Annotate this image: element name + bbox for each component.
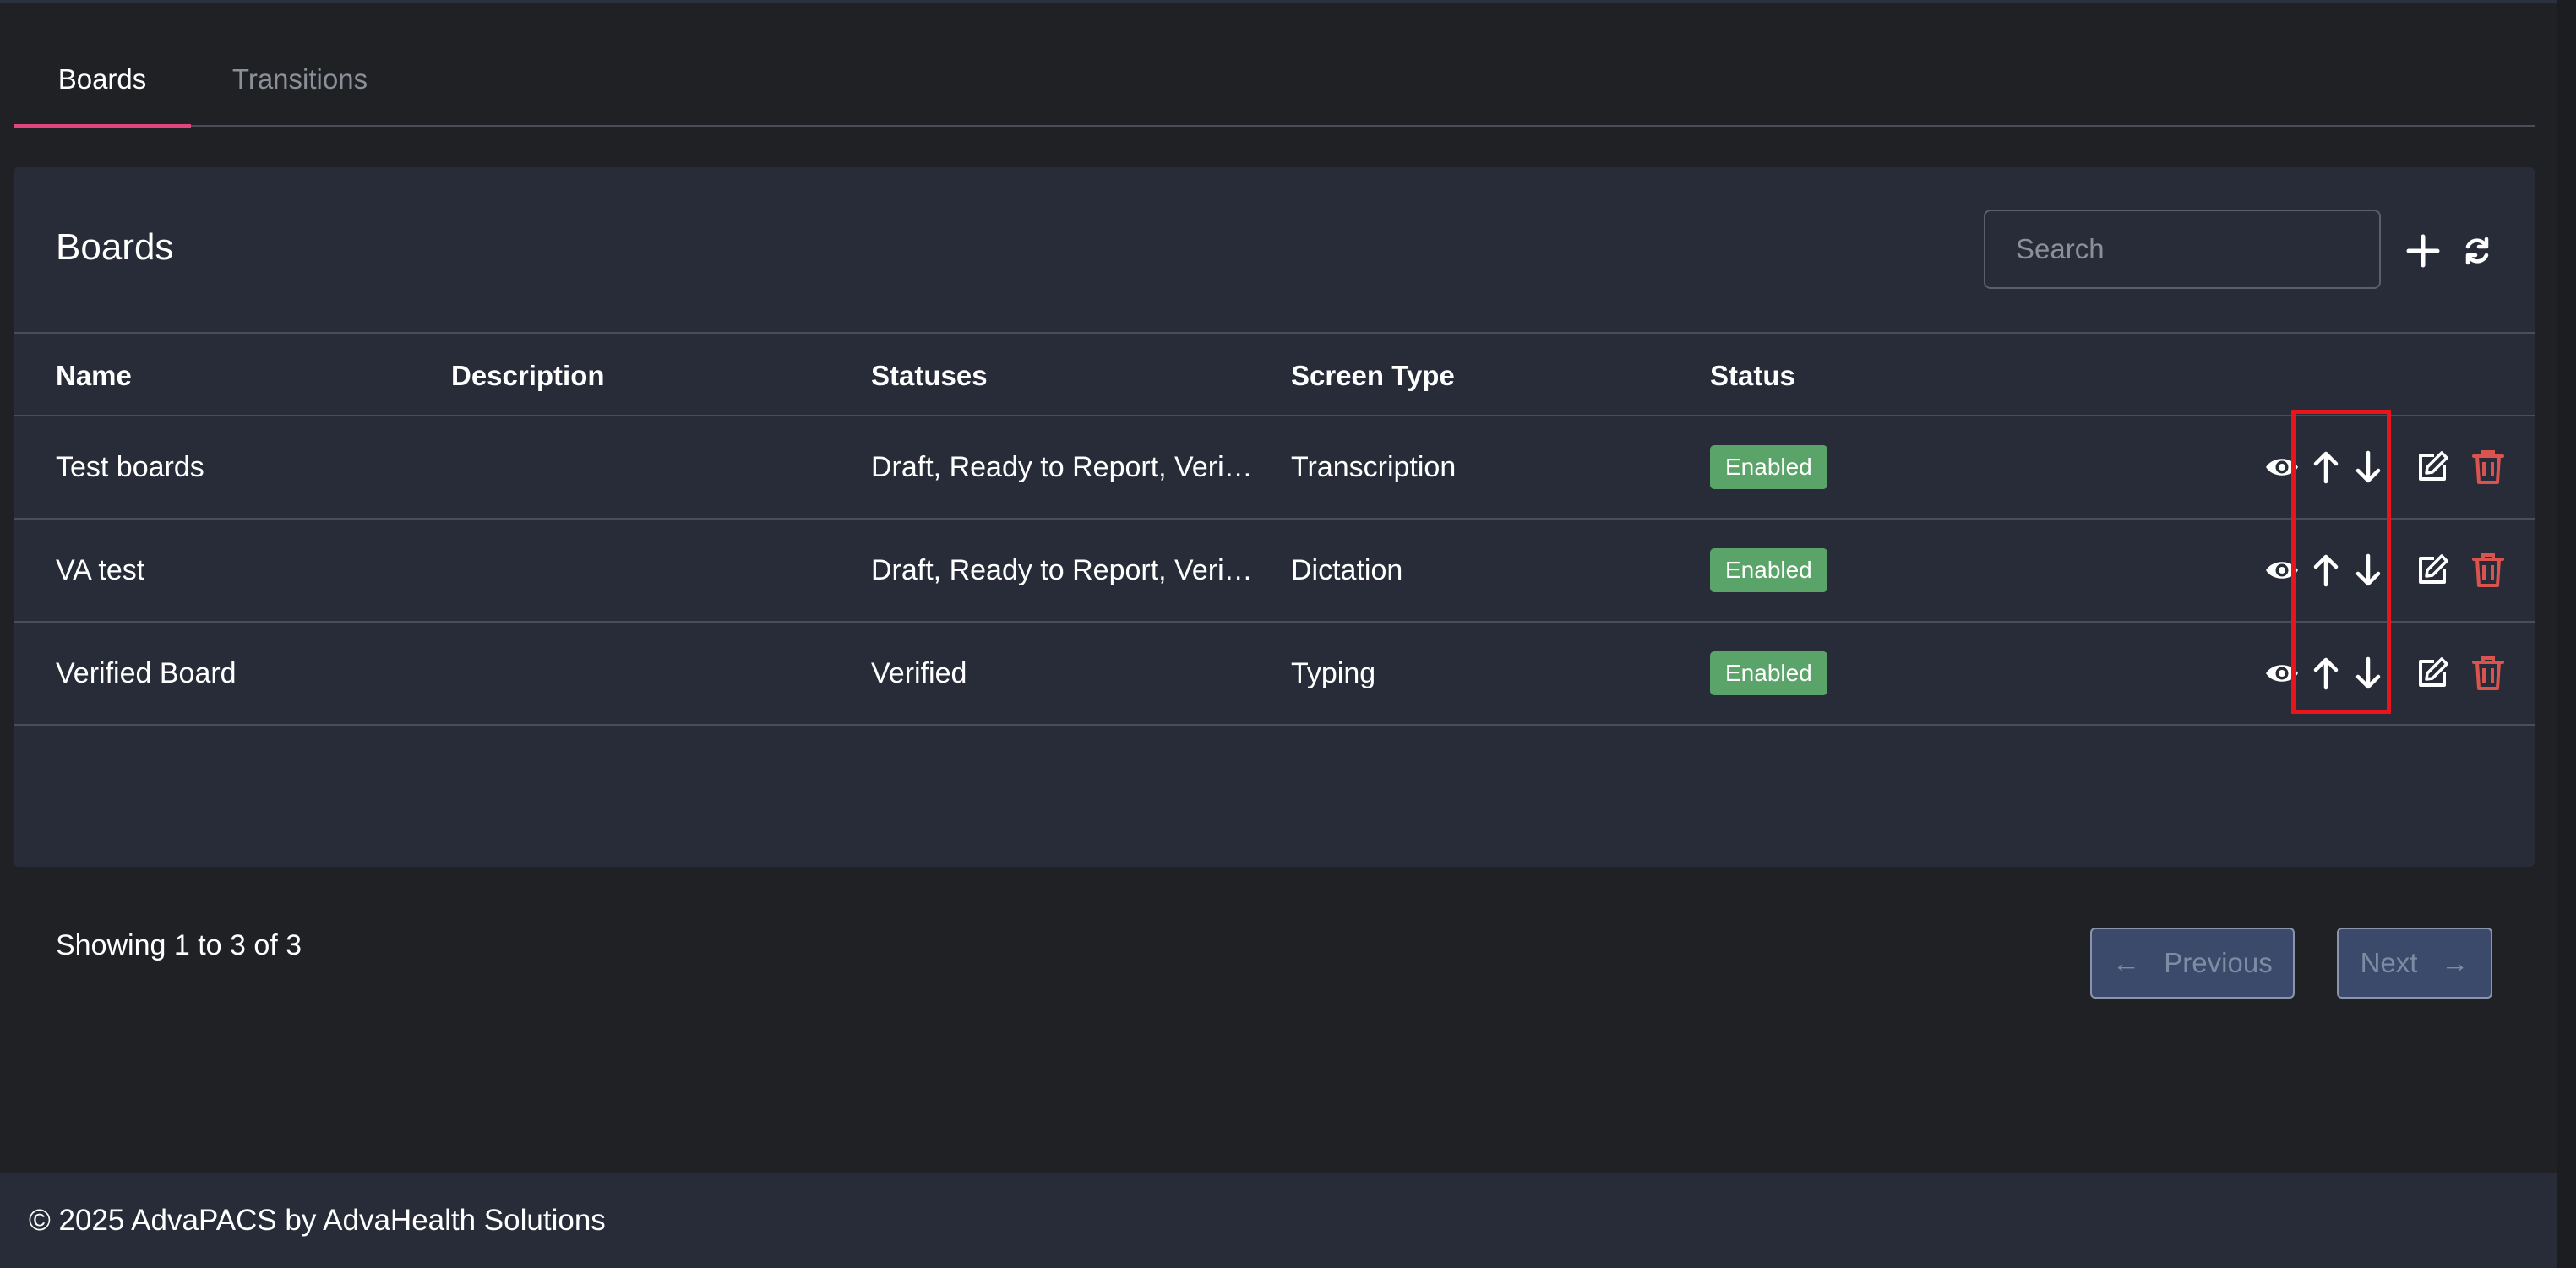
arrow-down-icon <box>2355 656 2381 689</box>
cell-screen-type: Dictation <box>1291 553 1403 586</box>
trash-icon <box>2472 553 2504 587</box>
tab-boards[interactable]: Boards <box>14 34 191 128</box>
search-input[interactable] <box>1984 210 2381 289</box>
edit-icon <box>2419 657 2448 687</box>
table-header: Name Description Statuses Screen Type St… <box>14 332 2535 416</box>
trash-icon <box>2472 450 2504 484</box>
arrow-up-icon <box>2313 554 2339 587</box>
move-up-button[interactable] <box>2305 651 2347 695</box>
delete-button[interactable] <box>2467 651 2509 695</box>
move-down-button[interactable] <box>2347 548 2389 592</box>
column-header-description[interactable]: Description <box>451 334 605 418</box>
trash-icon <box>2472 656 2504 690</box>
next-label: Next <box>2360 947 2418 978</box>
arrow-left-icon: ← <box>2112 947 2141 978</box>
table-row: Verified Board Verified Typing Enabled <box>14 623 2535 726</box>
footer: © 2025 AdvaPACS by AdvaHealth Solutions <box>0 1173 2557 1268</box>
move-down-button[interactable] <box>2347 445 2389 489</box>
cell-name: Test boards <box>56 450 204 483</box>
move-up-button[interactable] <box>2305 548 2347 592</box>
cell-name: VA test <box>56 553 145 586</box>
previous-page-button[interactable]: ← Previous <box>2090 928 2295 999</box>
arrow-right-icon: → <box>2441 947 2470 978</box>
column-header-status[interactable]: Status <box>1710 334 1795 418</box>
plus-icon <box>2406 234 2440 268</box>
eye-icon <box>2266 562 2298 579</box>
active-tab-indicator <box>14 124 191 128</box>
move-up-button[interactable] <box>2305 445 2347 489</box>
cell-statuses: Draft, Ready to Report, Veri… <box>871 450 1253 483</box>
cell-statuses: Verified <box>871 656 967 689</box>
cell-screen-type: Typing <box>1291 656 1376 689</box>
column-header-screen-type[interactable]: Screen Type <box>1291 334 1455 418</box>
previous-label: Previous <box>2164 947 2273 978</box>
delete-button[interactable] <box>2467 445 2509 489</box>
add-button[interactable] <box>2398 230 2448 272</box>
refresh-icon <box>2465 237 2489 265</box>
edit-button[interactable] <box>2411 445 2453 489</box>
edit-icon <box>2419 554 2448 584</box>
column-header-name[interactable]: Name <box>56 334 132 418</box>
cell-screen-type: Transcription <box>1291 450 1457 483</box>
edit-button[interactable] <box>2411 651 2453 695</box>
view-button[interactable] <box>2261 548 2303 592</box>
status-badge: Enabled <box>1710 548 1827 592</box>
card-title: Boards <box>56 226 174 268</box>
cell-name: Verified Board <box>56 656 237 689</box>
arrow-up-icon <box>2313 451 2339 484</box>
table-row: VA test Draft, Ready to Report, Veri… Di… <box>14 520 2535 623</box>
arrow-down-icon <box>2355 553 2381 586</box>
cell-statuses: Draft, Ready to Report, Veri… <box>871 553 1253 586</box>
tab-transitions-label: Transitions <box>231 63 368 95</box>
eye-icon <box>2266 665 2298 682</box>
edit-button[interactable] <box>2411 548 2453 592</box>
footer-copyright: © 2025 AdvaPACS by AdvaHealth Solutions <box>29 1203 606 1237</box>
pagination-summary: Showing 1 to 3 of 3 <box>56 929 302 961</box>
status-badge: Enabled <box>1710 445 1827 489</box>
tab-bar: Boards Transitions <box>14 34 2535 128</box>
status-badge: Enabled <box>1710 651 1827 695</box>
table-row: Test boards Draft, Ready to Report, Veri… <box>14 416 2535 520</box>
tab-boards-label: Boards <box>57 63 147 95</box>
delete-button[interactable] <box>2467 548 2509 592</box>
column-header-statuses[interactable]: Statuses <box>871 334 988 418</box>
edit-icon <box>2419 451 2448 481</box>
view-button[interactable] <box>2261 651 2303 695</box>
boards-card: Boards Name Description Statuses Screen … <box>14 167 2535 999</box>
tab-transitions[interactable]: Transitions <box>211 34 389 125</box>
refresh-button[interactable] <box>2453 230 2501 272</box>
page-scrollbar[interactable] <box>2557 0 2576 1268</box>
arrow-up-icon <box>2313 657 2339 690</box>
top-border <box>0 0 2576 3</box>
arrow-down-icon <box>2355 450 2381 483</box>
next-page-button[interactable]: Next → <box>2337 928 2492 999</box>
eye-icon <box>2266 459 2298 476</box>
move-down-button[interactable] <box>2347 651 2389 695</box>
view-button[interactable] <box>2261 445 2303 489</box>
